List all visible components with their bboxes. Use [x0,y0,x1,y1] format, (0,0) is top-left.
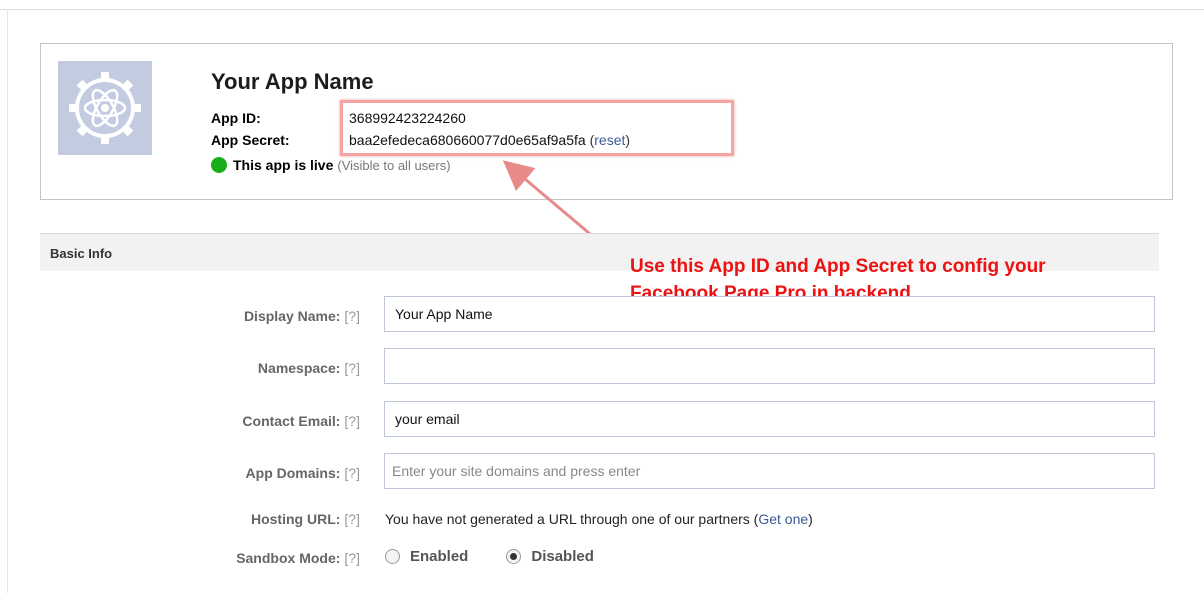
sandbox-mode-radio-group: Enabled Disabled [385,548,632,565]
get-one-suffix: ) [808,511,813,527]
app-title: Your App Name [211,69,374,94]
display-name-label: Display Name: [?] [40,308,360,324]
help-link[interactable]: [?] [344,360,360,376]
atom-gear-icon [58,61,152,155]
live-status-subtext: (Visible to all users) [337,157,451,173]
display-name-label-text: Display Name: [243,308,341,324]
annotation-line-1: Use this App ID and App Secret to config… [630,256,1046,277]
namespace-label: Namespace: [?] [40,360,360,376]
sandbox-enabled-radio[interactable] [385,549,400,564]
live-status-icon [211,157,227,173]
live-status-text: This app is live [233,157,334,173]
namespace-label-text: Namespace: [257,360,341,376]
help-link[interactable]: [?] [344,413,360,429]
display-name-input[interactable]: Your App Name [384,296,1155,332]
help-link[interactable]: [?] [344,511,360,527]
help-link[interactable]: [?] [344,308,360,324]
contact-email-label-text: Contact Email: [242,413,341,429]
sandbox-disabled-label[interactable]: Disabled [531,548,594,565]
app-id-label: App ID: [211,110,261,126]
sandbox-enabled-label[interactable]: Enabled [410,548,468,565]
app-domains-label: App Domains: [?] [40,465,360,481]
left-border [7,9,8,593]
sandbox-mode-label-text: Sandbox Mode: [236,550,341,566]
top-border [0,9,1204,10]
credentials-highlight [340,100,734,156]
app-secret-label: App Secret: [211,132,290,148]
help-link[interactable]: [?] [344,550,360,566]
hosting-url-message: You have not generated a URL through one… [385,511,750,527]
hosting-url-text: You have not generated a URL through one… [385,511,813,527]
app-domains-label-text: App Domains: [245,465,341,481]
section-title: Basic Info [50,246,113,261]
hosting-url-label: Hosting URL: [?] [40,511,360,527]
namespace-input[interactable] [384,348,1155,384]
get-one-link[interactable]: Get one [758,511,808,527]
live-status-row: This app is live (Visible to all users) [211,157,451,173]
sandbox-disabled-radio[interactable] [506,549,522,564]
contact-email-input[interactable]: your email [384,401,1155,437]
hosting-url-label-text: Hosting URL: [250,511,341,527]
app-domains-input[interactable]: Enter your site domains and press enter [384,453,1155,489]
sandbox-mode-label: Sandbox Mode: [?] [40,550,360,566]
contact-email-label: Contact Email: [?] [40,413,360,429]
help-link[interactable]: [?] [344,465,360,481]
